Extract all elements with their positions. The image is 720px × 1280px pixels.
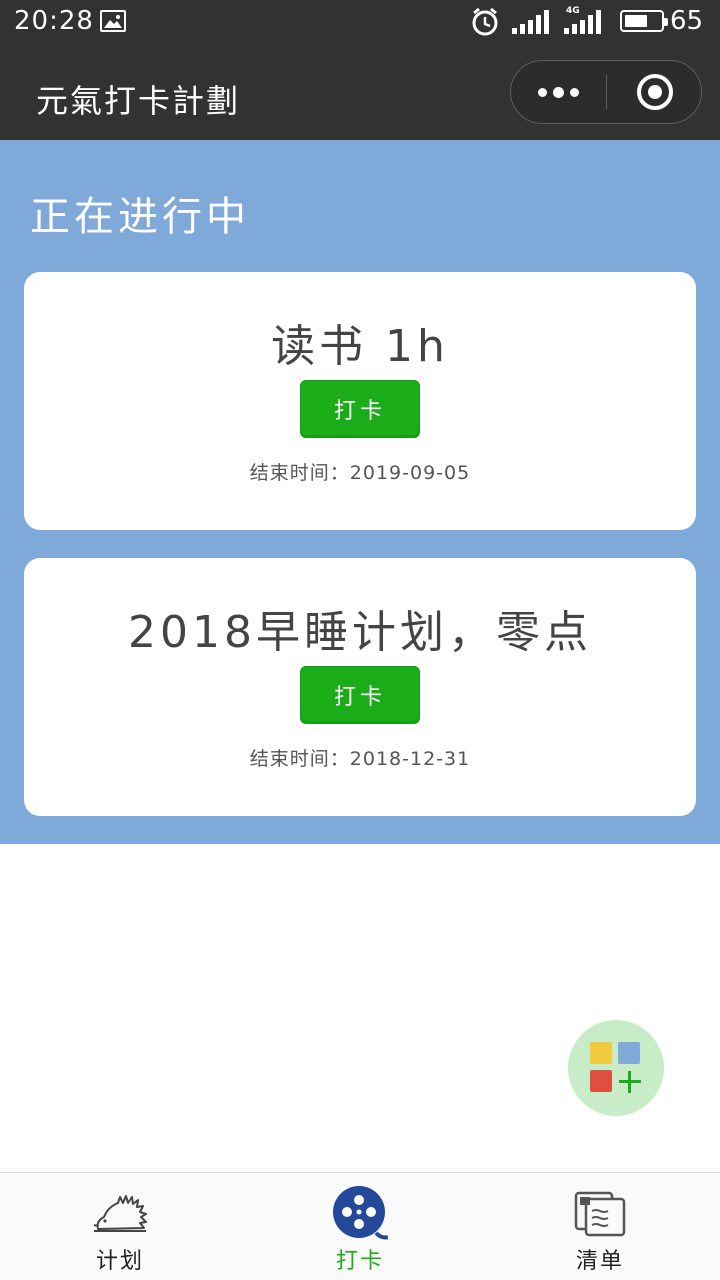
end-date-label: 结束时间： (249, 462, 350, 484)
in-progress-section: 正在进行中 读书 1h 打卡 结束时间：2019-09-05 2018早睡计划，… (0, 140, 720, 844)
signal-icon (512, 10, 549, 34)
list-card-icon (574, 1191, 626, 1237)
hedgehog-icon (93, 1195, 147, 1232)
battery-fill (625, 15, 647, 27)
plan-title: 读书 1h (271, 321, 449, 372)
tab-bar: 计划 打卡 清单 (0, 1172, 720, 1280)
end-date-label: 结束时间： (249, 748, 350, 770)
image-notification-icon (100, 10, 126, 32)
tab-label: 清单 (575, 1249, 624, 1274)
signal-4g-icon (564, 10, 601, 34)
film-reel-icon (333, 1186, 388, 1240)
tab-checkin[interactable]: 打卡 (240, 1173, 480, 1280)
plan-card: 2018早睡计划，零点 打卡 结束时间：2018-12-31 (24, 558, 696, 816)
battery-percent: 65 (670, 6, 704, 36)
checkin-button[interactable]: 打卡 (300, 380, 420, 438)
end-date-value: 2019-09-05 (349, 462, 471, 484)
plan-title: 2018早睡计划，零点 (128, 607, 592, 658)
plan-card: 读书 1h 打卡 结束时间：2019-09-05 (24, 272, 696, 530)
end-date-line: 结束时间：2019-09-05 (24, 458, 696, 485)
target-icon (636, 74, 673, 110)
section-title: 正在进行中 (30, 194, 250, 240)
tab-label: 计划 (95, 1249, 144, 1274)
nav-bar: 元氣打卡計劃 (0, 46, 720, 140)
end-date-value: 2018-12-31 (349, 748, 471, 770)
alarm-icon (472, 7, 498, 36)
status-time: 20:28 (14, 6, 94, 36)
status-bar: 20:28 4G 65 (0, 0, 720, 46)
page-title: 元氣打卡計劃 (36, 82, 241, 120)
tab-list[interactable]: 清单 (480, 1173, 720, 1280)
add-plan-button[interactable] (568, 1020, 664, 1116)
tab-label: 打卡 (335, 1249, 384, 1274)
menu-capsule (510, 60, 702, 124)
end-date-line: 结束时间：2018-12-31 (24, 744, 696, 771)
close-button[interactable] (607, 61, 702, 123)
tab-plan[interactable]: 计划 (0, 1173, 240, 1280)
battery-icon (620, 10, 668, 32)
more-button[interactable] (511, 61, 606, 123)
checkin-button[interactable]: 打卡 (300, 666, 420, 724)
